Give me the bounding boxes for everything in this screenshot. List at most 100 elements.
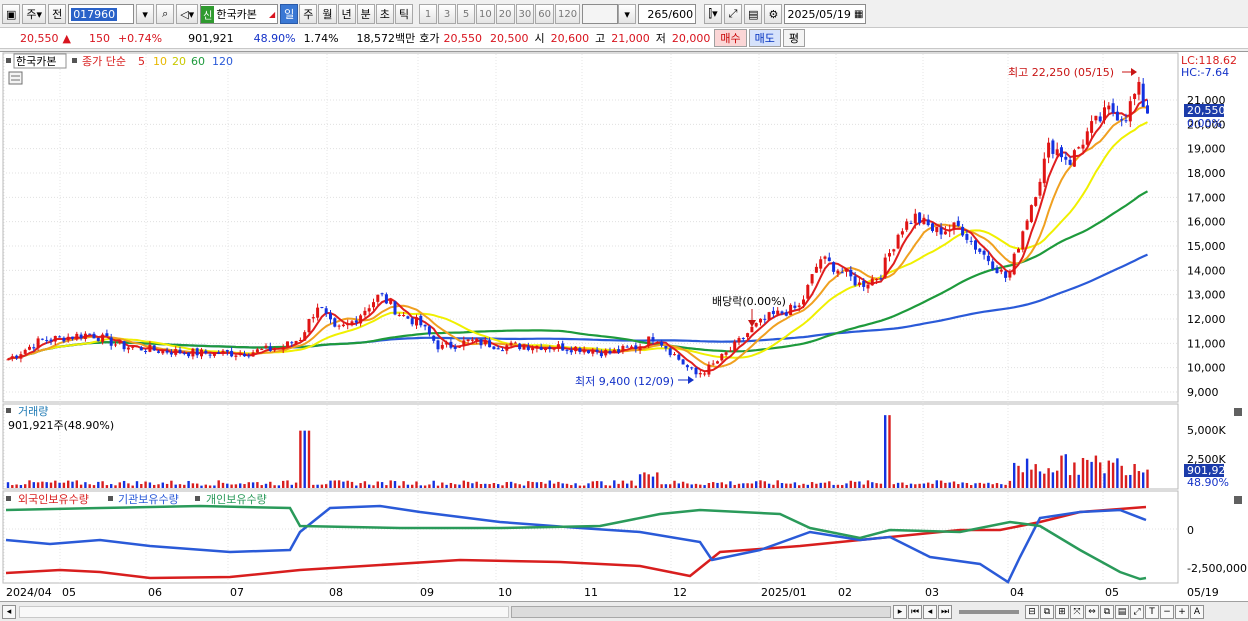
date-tick-label: 2025/01 — [761, 586, 807, 599]
period-type-select[interactable]: 주 ▾ — [22, 4, 47, 24]
stock-code-input[interactable]: 017960 — [68, 4, 135, 24]
indicator-label[interactable]: 종가 단순 — [82, 55, 126, 68]
candle-body — [776, 310, 780, 315]
volume-bar — [376, 481, 379, 488]
volume-title[interactable]: 거래량 — [18, 405, 48, 418]
interval-button[interactable]: 60 — [535, 4, 554, 24]
candle-body — [251, 352, 255, 357]
save-icon[interactable]: ▤ — [744, 4, 763, 24]
candle-body — [10, 356, 14, 359]
candle-type-icon[interactable]: ⫿▾ — [704, 4, 723, 24]
candle-body — [415, 317, 418, 326]
foreign-holdings-legend[interactable]: 외국인보유수량 — [18, 493, 89, 506]
first-page-icon[interactable]: ⏮ — [908, 604, 922, 619]
scroll-track[interactable] — [19, 605, 509, 618]
volume-bar — [755, 481, 758, 488]
period-day-button[interactable]: 일 — [280, 4, 299, 24]
print-icon[interactable]: ▤ — [1115, 604, 1129, 619]
pane-close-icon[interactable] — [1234, 408, 1242, 416]
period-minute-button[interactable]: 분 — [356, 4, 375, 24]
count-input[interactable]: 265/600 — [638, 4, 697, 24]
institution-holdings-legend[interactable]: 기관보유수량 — [118, 493, 179, 506]
scroll-thumb[interactable] — [511, 605, 891, 618]
date-input[interactable]: 2025/05/19 ▦ — [784, 4, 867, 24]
stock-name-field[interactable]: 신 한국카본 ◢ — [200, 4, 279, 24]
volume-bar — [1043, 473, 1046, 488]
code-dropdown-icon[interactable]: ▾ — [136, 4, 155, 24]
volume-bar — [286, 480, 289, 488]
candle-body — [806, 285, 810, 299]
price-tick-label: 16,000 — [1187, 216, 1226, 229]
crosshair-icon[interactable]: ⤧ — [1070, 604, 1084, 619]
ma-legend-120[interactable]: 120 — [212, 55, 233, 68]
zoom-fit-icon[interactable]: ⊟ — [1025, 604, 1039, 619]
volume-bar — [853, 481, 857, 488]
interval-button[interactable]: 120 — [554, 4, 581, 24]
candle-body — [1094, 115, 1098, 121]
volume-bar — [965, 482, 969, 488]
font-size-icon[interactable]: A — [1190, 604, 1204, 619]
interval-button[interactable]: 20 — [495, 4, 515, 24]
expand-icon[interactable]: ⤢ — [1130, 604, 1144, 619]
candle-body — [221, 350, 225, 354]
speaker-icon[interactable]: ◁▾ — [176, 4, 199, 24]
minus-icon[interactable]: − — [1160, 604, 1174, 619]
candle-body — [883, 257, 887, 278]
candle-body — [247, 355, 251, 357]
volume-bar — [264, 483, 268, 488]
pane-close-icon[interactable] — [1234, 496, 1242, 504]
period-week-button[interactable]: 주 — [299, 4, 318, 24]
zoom-window-icon[interactable]: ⧉ — [1040, 604, 1054, 619]
copy-icon[interactable]: ⧉ — [1100, 604, 1114, 619]
window-menu-icon[interactable]: ▣ — [2, 4, 21, 24]
interval-button[interactable]: 1 — [419, 4, 438, 24]
custom-interval-input[interactable] — [582, 4, 619, 24]
eval-button[interactable]: 평 — [782, 29, 806, 47]
volume-bar — [1103, 473, 1106, 488]
calendar-icon[interactable]: ▦ — [854, 9, 863, 20]
ma-legend-10[interactable]: 10 — [153, 55, 167, 68]
prev-button[interactable]: 전 — [48, 4, 67, 24]
ma-legend-60[interactable]: 60 — [191, 55, 205, 68]
candle-body — [746, 333, 750, 338]
scroll-left-icon[interactable]: ◂ — [2, 604, 16, 619]
ma-legend-20[interactable]: 20 — [172, 55, 186, 68]
gear-icon[interactable]: ⚙ — [764, 4, 783, 24]
candle-body — [243, 353, 246, 357]
stock-chart[interactable]: 21,00020,00019,00018,00017,00016,00015,0… — [0, 52, 1248, 602]
volume-bar — [931, 483, 934, 488]
interval-dropdown-icon[interactable]: ▾ — [618, 4, 637, 24]
pan-icon[interactable]: ⇔ — [1085, 604, 1099, 619]
zoom-in-icon[interactable]: ⊞ — [1055, 604, 1069, 619]
chart-area[interactable]: 21,000 20,000 19,000 18,000 17,000 16,000 15,0… — [0, 51, 1248, 601]
prev-page-icon[interactable]: ◂ — [923, 604, 937, 619]
volume-bar — [737, 483, 741, 488]
scroll-right-icon[interactable]: ▸ — [893, 604, 907, 619]
interval-button[interactable]: 5 — [457, 4, 476, 24]
volume-bar — [634, 485, 637, 488]
holdings-pane — [2, 490, 1179, 584]
plus-icon[interactable]: + — [1175, 604, 1189, 619]
drawing-tool-icon[interactable]: ⤢ — [724, 4, 743, 24]
period-second-button[interactable]: 초 — [375, 4, 394, 24]
period-month-button[interactable]: 월 — [318, 4, 337, 24]
candle-body — [974, 240, 977, 250]
dividend-annotation: 배당락(0.00%) — [712, 295, 786, 308]
interval-button[interactable]: 10 — [476, 4, 495, 24]
buy-button[interactable]: 매수 — [714, 29, 747, 47]
volume-bar — [1064, 454, 1067, 488]
next-page-icon[interactable]: ⏭ — [938, 604, 952, 619]
individual-holdings-legend[interactable]: 개인보유수량 — [206, 493, 267, 506]
ma-legend-5[interactable]: 5 — [138, 55, 145, 68]
sell-button[interactable]: 매도 — [748, 29, 781, 47]
volume-bar — [355, 485, 358, 488]
calculator-icon[interactable] — [8, 71, 23, 85]
interval-button[interactable]: 3 — [438, 4, 457, 24]
zoom-slider[interactable] — [959, 609, 1019, 614]
interval-button[interactable]: 30 — [515, 4, 535, 24]
period-year-button[interactable]: 년 — [337, 4, 356, 24]
candle-body — [832, 262, 836, 272]
period-tick-button[interactable]: 틱 — [394, 4, 414, 24]
search-icon[interactable]: ⌕ — [156, 4, 175, 24]
text-tool-icon[interactable]: T — [1145, 604, 1159, 619]
